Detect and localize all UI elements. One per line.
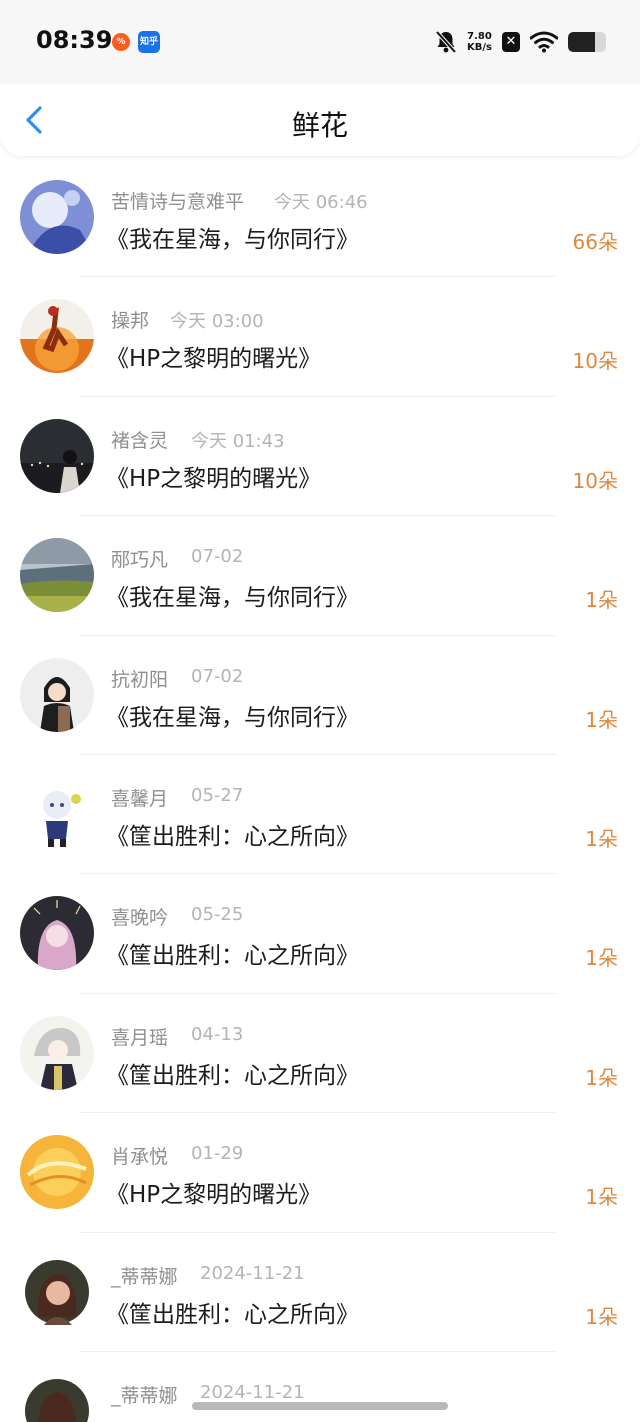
user-name: _蒂蒂娜 <box>111 1265 178 1288</box>
avatar[interactable] <box>20 1254 94 1329</box>
status-bar: 08:39 % 知乎 7.80 KB/s ✕ <box>0 0 640 84</box>
avatar[interactable] <box>20 299 94 374</box>
wifi-icon <box>530 31 558 53</box>
avatar[interactable] <box>20 896 94 971</box>
timestamp: 今天 03:00 <box>170 311 264 333</box>
book-title: 《我在星海，与你同行》 <box>106 585 359 612</box>
book-title: 《HP之黎明的曙光》 <box>106 346 322 373</box>
timestamp: 2024-11-21 <box>200 1382 305 1403</box>
timestamp: 07-02 <box>191 665 244 687</box>
list-item[interactable]: 苦情诗与意难平 今天 06:46 《我在星海，与你同行》 66朵 <box>0 158 640 278</box>
user-name: 邴巧凡 <box>111 549 169 572</box>
list-item-partial[interactable]: _蒂蒂娜 2024-11-21 <box>0 1352 640 1422</box>
book-title: 《我在星海，与你同行》 <box>106 227 359 253</box>
navigation-header: 鲜花 <box>0 84 640 156</box>
timestamp: 05-25 <box>191 904 244 926</box>
timestamp: 2024-11-21 <box>200 1262 305 1284</box>
avatar[interactable] <box>20 1015 94 1090</box>
user-name: _蒂蒂娜 <box>111 1385 178 1407</box>
flower-count: 1朵 <box>585 946 618 971</box>
battery-fill <box>568 32 596 52</box>
book-title: 《筐出胜利：心之所向》 <box>106 1062 359 1089</box>
user-name: 喜馨月 <box>111 787 169 810</box>
book-title: 《HP之黎明的曙光》 <box>106 465 322 492</box>
network-speed-unit: KB/s <box>467 42 492 53</box>
avatar[interactable] <box>20 1374 94 1422</box>
user-name: 操邦 <box>111 310 150 333</box>
network-speed-value: 7.80 <box>467 31 492 42</box>
page-title: 鲜花 <box>291 109 348 142</box>
flower-count: 10朵 <box>572 468 618 493</box>
book-title: 《筐出胜利：心之所向》 <box>106 823 359 850</box>
list-item[interactable]: 褚含灵 今天 01:43 《HP之黎明的曙光》 10朵 <box>0 397 640 517</box>
bell-muted-icon <box>435 30 457 54</box>
avatar[interactable] <box>20 180 94 254</box>
list-item[interactable]: 喜馨月 05-27 《筐出胜利：心之所向》 1朵 <box>0 755 640 875</box>
list-item[interactable]: 操邦 今天 03:00 《HP之黎明的曙光》 10朵 <box>0 277 640 397</box>
flower-count: 1朵 <box>585 707 618 732</box>
flower-count: 1朵 <box>585 1304 618 1329</box>
network-speed: 7.80 KB/s <box>467 31 492 53</box>
user-name: 肖承悦 <box>111 1146 169 1169</box>
user-name: 褚含灵 <box>111 429 169 452</box>
user-name: 苦情诗与意难平 <box>111 191 245 213</box>
timestamp: 05-27 <box>191 784 244 806</box>
flower-count: 1朵 <box>585 826 618 851</box>
avatar[interactable] <box>20 538 94 613</box>
timestamp: 07-02 <box>191 546 244 568</box>
notification-app-icon: % <box>112 33 130 51</box>
flower-count: 10朵 <box>572 349 618 374</box>
no-sim-icon: ✕ <box>502 32 520 52</box>
battery-icon <box>568 32 606 52</box>
list-item[interactable]: 邴巧凡 07-02 《我在星海，与你同行》 1朵 <box>0 516 640 636</box>
zhihu-app-icon: 知乎 <box>138 31 160 53</box>
list-item[interactable]: 喜晚吟 05-25 《筐出胜利：心之所向》 1朵 <box>0 874 640 994</box>
user-name: 抗初阳 <box>111 668 169 691</box>
list-item[interactable]: 肖承悦 01-29 《HP之黎明的曙光》 1朵 <box>0 1113 640 1233</box>
avatar[interactable] <box>20 657 94 732</box>
home-indicator[interactable] <box>192 1402 448 1410</box>
timestamp: 04-13 <box>191 1023 244 1045</box>
flower-count: 1朵 <box>585 1185 618 1210</box>
user-name: 喜晚吟 <box>111 907 169 930</box>
flower-list: 苦情诗与意难平 今天 06:46 《我在星海，与你同行》 66朵 操邦 今天 0… <box>0 158 640 1352</box>
avatar[interactable] <box>20 1135 94 1210</box>
book-title: 《筐出胜利：心之所向》 <box>106 1301 359 1328</box>
flower-count: 1朵 <box>585 1065 618 1090</box>
list-item[interactable]: _蒂蒂娜 2024-11-21 《筐出胜利：心之所向》 1朵 <box>0 1233 640 1352</box>
list-item[interactable]: 喜月瑶 04-13 《筐出胜利：心之所向》 1朵 <box>0 994 640 1114</box>
timestamp: 今天 01:43 <box>191 430 285 452</box>
status-time: 08:39 <box>36 26 113 54</box>
avatar[interactable] <box>20 776 94 851</box>
flower-count: 1朵 <box>585 588 618 613</box>
flower-count: 66朵 <box>572 230 618 254</box>
list-item[interactable]: 抗初阳 07-02 《我在星海，与你同行》 1朵 <box>0 636 640 755</box>
timestamp: 今天 06:46 <box>274 192 368 213</box>
book-title: 《我在星海，与你同行》 <box>106 704 359 731</box>
book-title: 《HP之黎明的曙光》 <box>106 1182 322 1209</box>
avatar[interactable] <box>20 418 94 493</box>
timestamp: 01-29 <box>191 1143 244 1165</box>
status-icons: 7.80 KB/s ✕ <box>435 28 606 56</box>
book-title: 《筐出胜利：心之所向》 <box>106 943 359 970</box>
user-name: 喜月瑶 <box>111 1026 169 1049</box>
